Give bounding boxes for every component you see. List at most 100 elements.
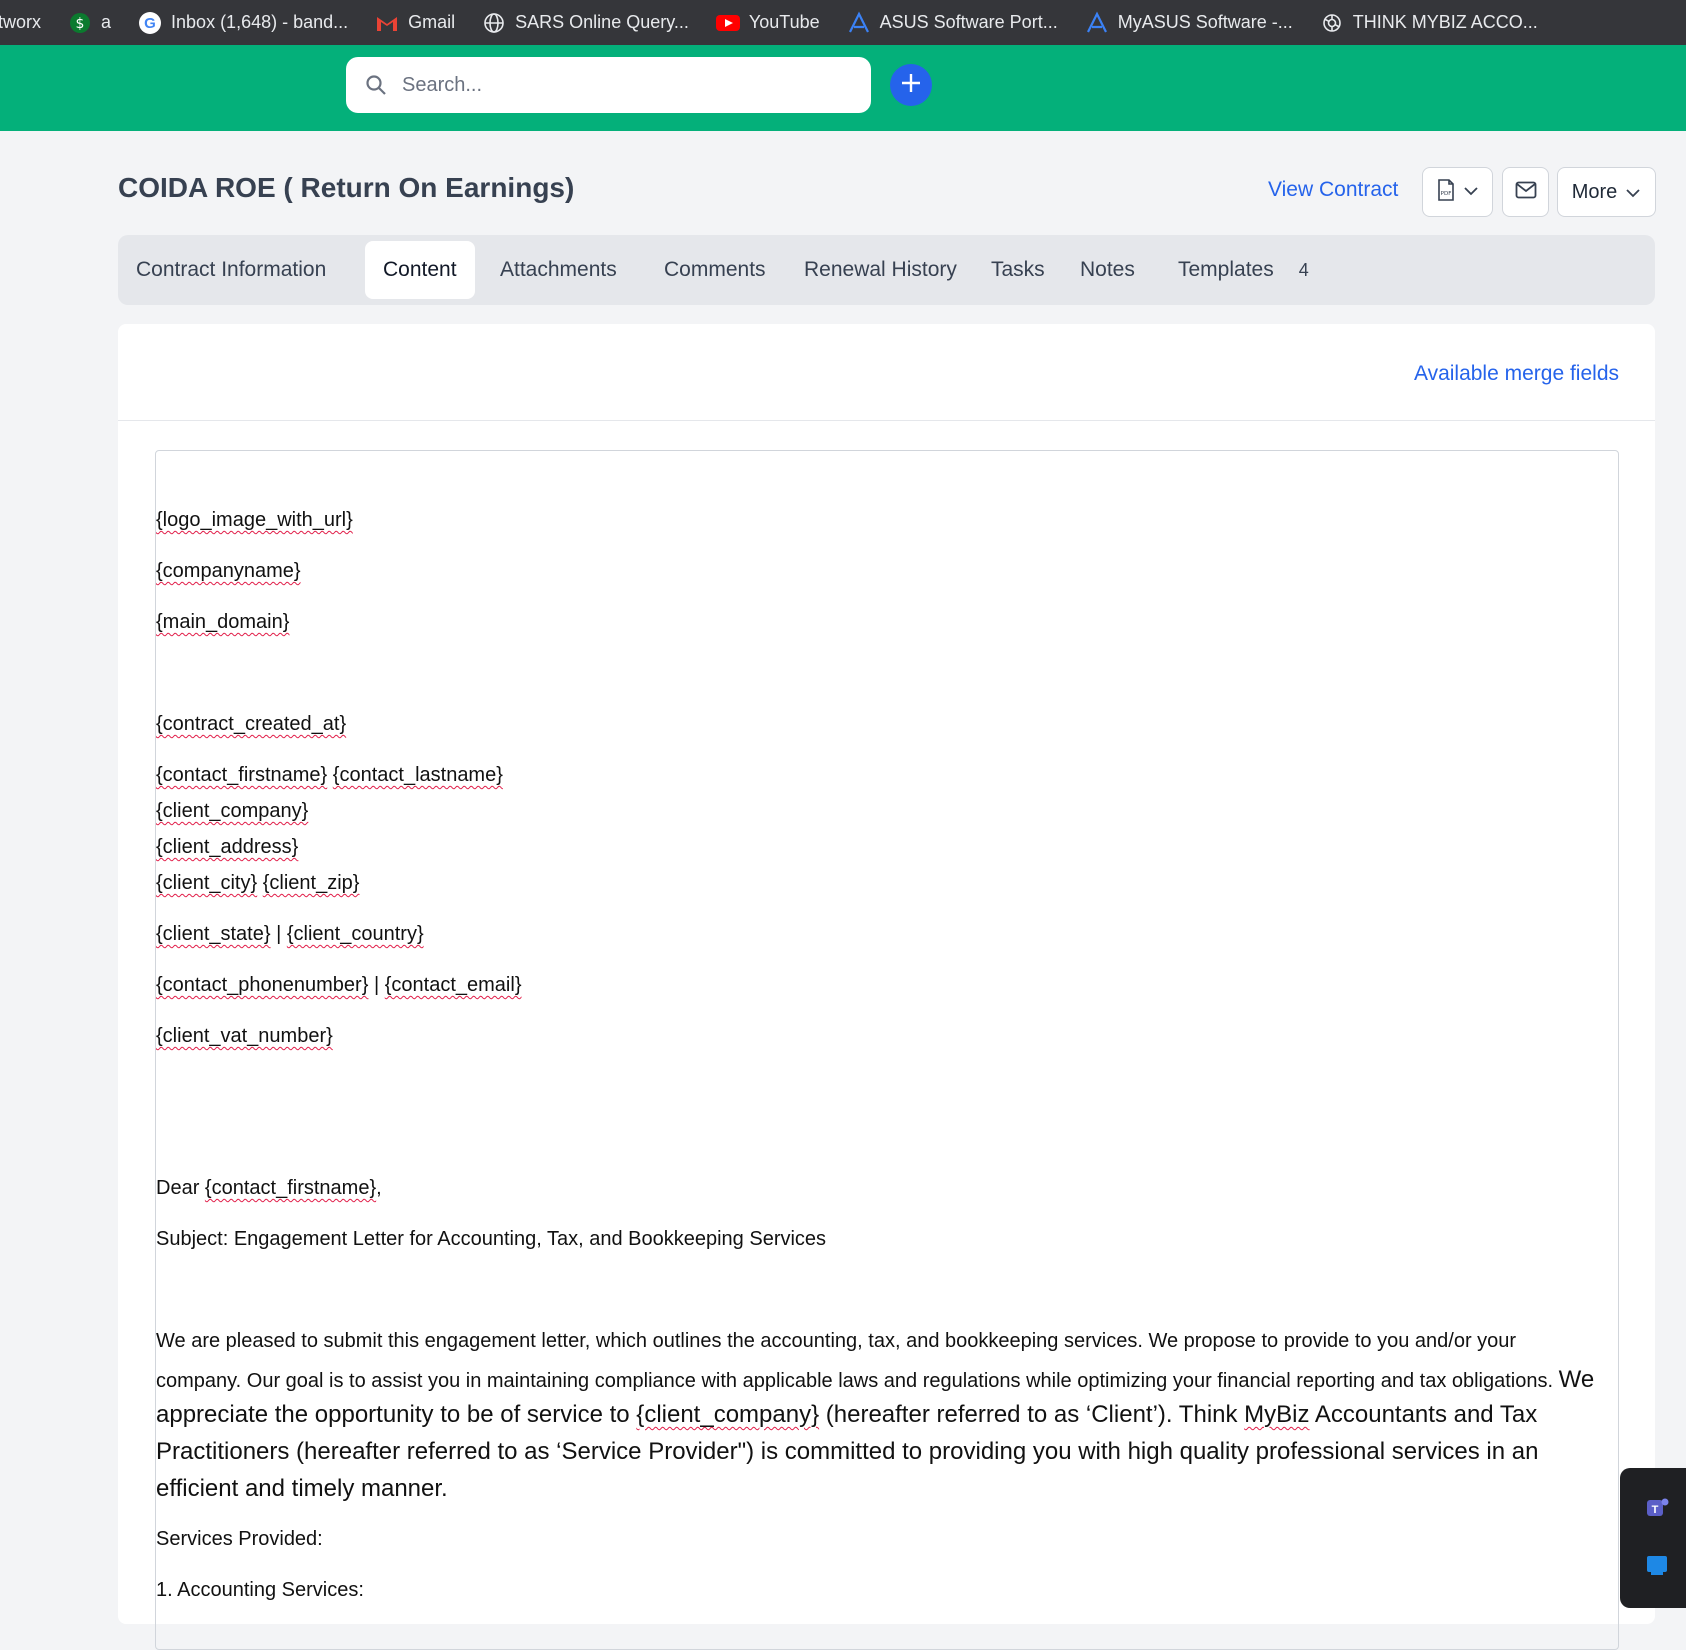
bookmark-label: tworx — [0, 12, 42, 32]
contract-tabs: Contract Information Content Attachments… — [118, 235, 1655, 305]
tab-label: Tasks — [991, 258, 1045, 281]
more-label: More — [1571, 180, 1618, 203]
tab-contract-information[interactable]: Contract Information — [118, 241, 344, 299]
merge-field: {logo_image_with_url} — [156, 509, 353, 531]
page-title: COIDA ROE ( Return On Earnings) — [118, 172, 575, 203]
merge-field: {companyname} — [156, 560, 301, 582]
merge-field: {client_vat_number} — [156, 1025, 333, 1047]
editor-line: {client_address} — [156, 836, 298, 859]
envelope-icon — [1515, 181, 1537, 204]
list-item: 1. Accounting Services: — [156, 1579, 364, 1601]
editor-line: {logo_image_with_url} — [156, 509, 353, 532]
tab-label: Renewal History — [804, 258, 957, 281]
merge-field: {contact_firstname} — [204, 1177, 377, 1199]
view-contract-link[interactable]: View Contract — [1268, 178, 1398, 202]
merge-field: {client_address} — [156, 836, 299, 858]
chat-widget-icon[interactable] — [1644, 1552, 1670, 1583]
tab-tasks[interactable]: Tasks — [973, 241, 1063, 299]
quick-create-button[interactable] — [890, 64, 932, 106]
merge-field: {main_domain} — [156, 611, 290, 633]
paragraph-line: company. Our goal is to assist you in ma… — [156, 1366, 1594, 1394]
templates-count-badge: 4 — [1287, 254, 1320, 286]
tab-comments[interactable]: Comments — [646, 241, 784, 299]
tab-label: Comments — [664, 258, 766, 281]
search-input[interactable] — [400, 72, 844, 98]
tab-templates[interactable]: Templates 4 — [1160, 241, 1338, 299]
merge-field: {client_state} — [156, 923, 271, 945]
dollar-globe-icon: $ — [68, 11, 92, 35]
merge-field: {client_company} — [156, 800, 309, 822]
bookmark-tworx[interactable]: tworx — [0, 12, 41, 33]
bookmark-label: a — [101, 12, 112, 32]
bookmark-youtube[interactable]: YouTube — [715, 11, 820, 35]
pdf-dropdown-button[interactable]: PDF — [1422, 167, 1493, 217]
chevron-down-icon — [1463, 183, 1479, 201]
paragraph-text: company. Our goal is to assist you in ma… — [156, 1370, 1554, 1392]
youtube-icon — [715, 11, 740, 35]
tab-label: Attachments — [500, 258, 617, 281]
merge-field: {contact_phonenumber} — [156, 974, 369, 996]
bookmark-myasus[interactable]: MyASUS Software -... — [1085, 11, 1293, 35]
editor-line: {client_state} | {client_country} — [156, 923, 424, 946]
merge-field: {contract_created_at} — [156, 713, 347, 735]
bookmark-a[interactable]: $ a — [68, 11, 111, 35]
editor-line: {contact_firstname} {contact_lastname} — [156, 764, 503, 787]
tab-label: Notes — [1080, 258, 1135, 281]
bookmark-asus-portal[interactable]: ASUS Software Port... — [847, 11, 1058, 35]
svg-text:T: T — [1652, 1504, 1659, 1516]
bookmark-label: Gmail — [408, 12, 456, 32]
paragraph-line: We are pleased to submit this engagement… — [156, 1330, 1517, 1352]
tab-notes[interactable]: Notes — [1062, 241, 1153, 299]
email-button[interactable] — [1502, 167, 1549, 217]
content-editor[interactable]: {logo_image_with_url} {companyname} {mai… — [155, 450, 1619, 1650]
paragraph-line: Practitioners (hereafter referred to as … — [156, 1438, 1539, 1465]
editor-line: Dear {contact_firstname}, — [156, 1177, 382, 1200]
google-icon: G — [138, 11, 162, 35]
tab-content[interactable]: Content — [365, 241, 475, 299]
available-merge-fields-link[interactable]: Available merge fields — [1414, 362, 1619, 386]
search-icon — [364, 73, 388, 97]
merge-field: {client_country} — [286, 923, 424, 945]
editor-line: {companyname} — [156, 560, 301, 583]
chevron-down-icon — [1625, 181, 1641, 204]
bookmark-think-mybiz[interactable]: THINK MYBIZ ACCO... — [1320, 11, 1538, 35]
bookmark-label: Inbox (1,648) - band... — [171, 12, 349, 32]
paragraph-text: Accountants and Tax — [1314, 1401, 1538, 1428]
editor-line: {client_vat_number} — [156, 1025, 333, 1048]
floating-app-widget: T — [1620, 1468, 1686, 1608]
merge-field: {client_company} — [636, 1401, 820, 1428]
editor-line: {main_domain} — [156, 611, 289, 634]
svg-text:PDF: PDF — [1440, 191, 1451, 197]
plus-icon — [900, 72, 922, 99]
bookmark-sars[interactable]: SARS Online Query... — [482, 11, 689, 35]
tab-renewal-history[interactable]: Renewal History — [786, 241, 975, 299]
merge-field: {client_city} — [156, 872, 258, 894]
svg-text:$: $ — [76, 16, 85, 32]
merge-field: {contact_firstname} — [156, 764, 328, 786]
salutation: Dear — [156, 1177, 200, 1199]
bookmark-gmail[interactable]: Gmail — [375, 11, 455, 35]
subject-line: Subject: Engagement Letter for Accountin… — [156, 1228, 827, 1250]
bookmark-inbox[interactable]: G Inbox (1,648) - band... — [138, 11, 348, 35]
editor-line: {contact_phonenumber} | {contact_email} — [156, 974, 522, 997]
panel-divider — [118, 420, 1655, 421]
bookmark-label: ASUS Software Port... — [879, 12, 1058, 32]
tab-label: Content — [383, 258, 457, 281]
globe-icon — [482, 11, 506, 35]
paragraph-line: efficient and timely manner. — [156, 1475, 448, 1502]
paragraph-text: MyBiz — [1244, 1401, 1310, 1428]
teams-icon[interactable]: T — [1644, 1494, 1670, 1525]
separator: | — [276, 923, 282, 945]
editor-line: {client_city} {client_zip} — [156, 872, 359, 895]
section-heading: Services Provided: — [156, 1528, 323, 1550]
bookmarks-bar: tworx $ a G Inbox (1,648) - band... Gmai… — [0, 0, 1686, 45]
app-header — [0, 45, 1686, 131]
bookmark-label: MyASUS Software -... — [1117, 12, 1293, 32]
openai-icon — [1320, 11, 1344, 35]
tab-label: Templates — [1178, 258, 1274, 281]
merge-field: {client_zip} — [262, 872, 360, 894]
more-dropdown-button[interactable]: More — [1557, 167, 1656, 217]
tab-attachments[interactable]: Attachments — [482, 241, 635, 299]
paragraph-text: (hereafter referred to as ‘Client’). Thi… — [825, 1401, 1238, 1428]
search-box[interactable] — [346, 57, 871, 113]
